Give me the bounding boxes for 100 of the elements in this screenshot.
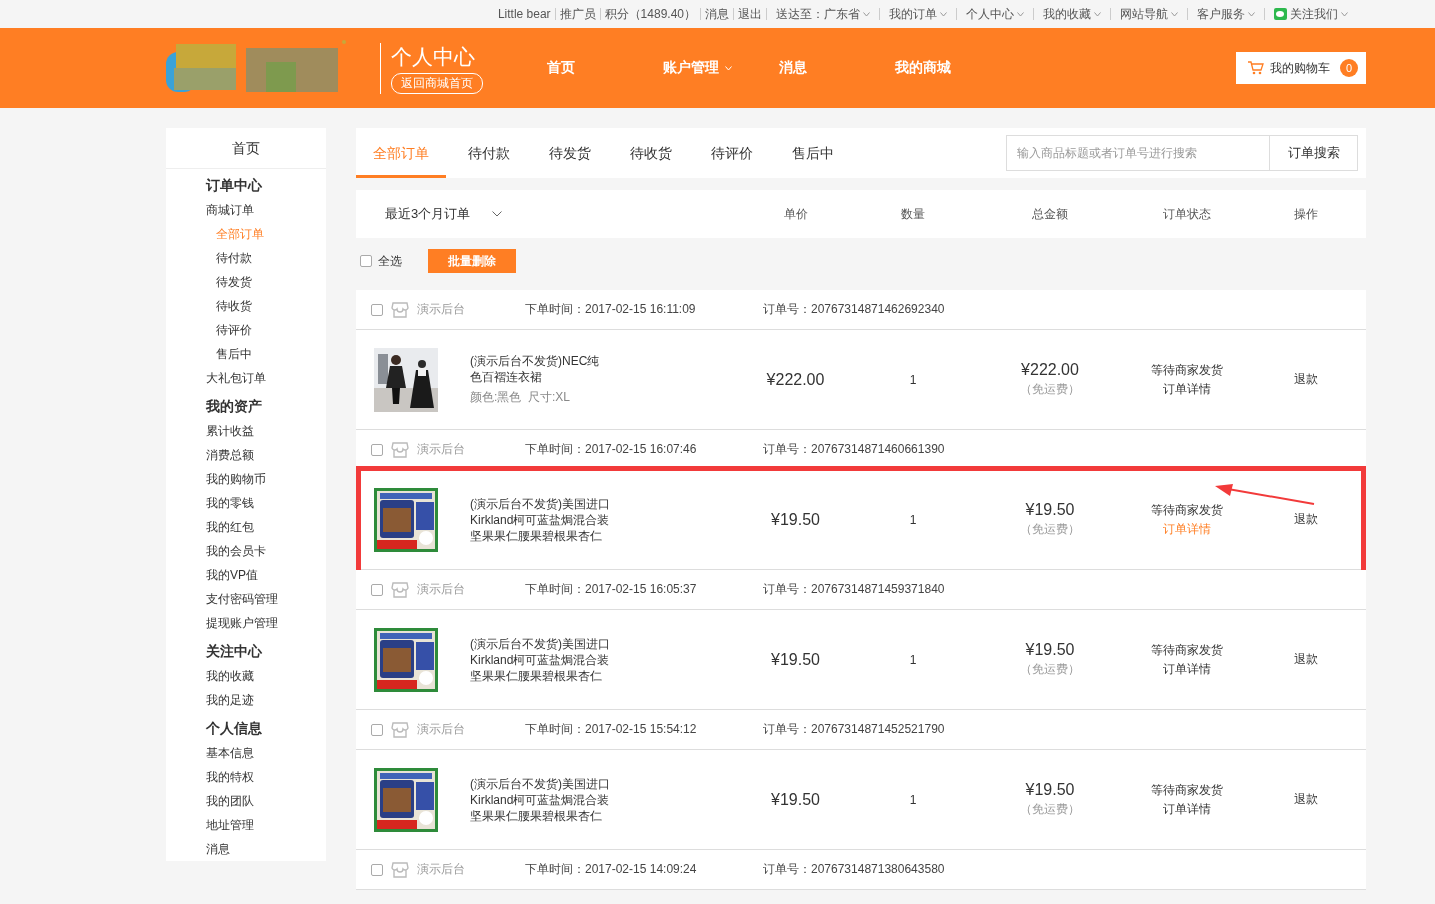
top-link[interactable]: 我的订单 (879, 8, 956, 20)
shipping-note: （免运费） (1020, 801, 1080, 818)
cart-button[interactable]: 我的购物车 0 (1236, 52, 1366, 84)
select-all-checkbox[interactable]: 全选 (360, 252, 402, 270)
sidebar-item[interactable]: 我的足迹 (166, 688, 326, 712)
refund-link[interactable]: 退款 (1245, 791, 1366, 808)
order-checkbox[interactable] (371, 303, 383, 316)
sidebar-item[interactable]: 地址管理 (166, 813, 326, 837)
sidebar-item[interactable]: 待付款 (166, 246, 326, 270)
sidebar-item[interactable]: 基本信息 (166, 741, 326, 765)
order-status: 等待商家发货 (1151, 361, 1223, 379)
unit-price: ¥222.00 (765, 370, 826, 389)
sidebar-item[interactable]: 待评价 (166, 318, 326, 342)
order-tab[interactable]: 待收货 (613, 128, 689, 178)
sidebar-item[interactable]: 我的零钱 (166, 491, 326, 515)
total-amount: ¥222.00 (1021, 361, 1079, 379)
top-link[interactable]: 我的收藏 (1033, 8, 1110, 20)
sidebar-item[interactable]: 消费总额 (166, 443, 326, 467)
shop-name: 演示后台 (417, 721, 466, 738)
product-title[interactable]: (演示后台不发货)美国进口Kirkland柯可蓝盐焗混合装坚果果仁腰果碧根果杏仁 (470, 635, 610, 684)
top-link[interactable]: 消息 (700, 8, 733, 20)
order-number: 订单号：20767314871452521790 (763, 721, 945, 738)
sidebar-item[interactable]: 待收货 (166, 294, 326, 318)
order-status: 等待商家发货 (1151, 501, 1223, 519)
order-time: 下单时间：2017-02-15 14:09:24 (525, 861, 698, 878)
order-checkbox[interactable] (371, 443, 383, 456)
sidebar-heading: 关注中心 (205, 642, 263, 661)
order-time: 下单时间：2017-02-15 16:05:37 (525, 581, 698, 598)
sidebar-item[interactable]: 售后中 (166, 342, 326, 366)
top-link[interactable]: 送达至：广东省 (766, 8, 879, 20)
order-time: 下单时间：2017-02-15 15:54:12 (525, 721, 698, 738)
caret-icon (1094, 11, 1101, 17)
sidebar-item[interactable]: 我的购物币 (166, 467, 326, 491)
sidebar-item[interactable]: 支付密码管理 (166, 587, 326, 611)
sidebar-heading: 个人信息 (205, 719, 263, 738)
refund-link[interactable]: 退款 (1245, 511, 1366, 528)
shipping-note: （免运费） (1020, 661, 1080, 678)
search-button[interactable]: 订单搜索 (1270, 135, 1358, 171)
order-tab[interactable]: 待发货 (532, 128, 608, 178)
sidebar-heading: 订单中心 (204, 176, 263, 195)
order-detail-link[interactable]: 订单详情 (1163, 800, 1211, 818)
column-header: 数量 (900, 205, 926, 223)
column-header: 总金额 (1031, 205, 1069, 223)
sidebar-item[interactable]: 商城订单 (166, 198, 326, 222)
product-title[interactable]: (演示后台不发货)美国进口Kirkland柯可蓝盐焗混合装坚果果仁腰果碧根果杏仁 (470, 495, 610, 544)
search-field[interactable]: 输入商品标题或者订单号进行搜索 (1006, 135, 1270, 171)
refund-link[interactable]: 退款 (1245, 651, 1366, 668)
top-link[interactable]: 推广员 (554, 8, 600, 20)
order-tab[interactable]: 售后中 (775, 128, 851, 178)
order-detail-link[interactable]: 订单详情 (1163, 380, 1211, 398)
quantity: 1 (908, 652, 918, 667)
top-link[interactable]: 退出 (733, 8, 766, 20)
sidebar-item[interactable]: 消息 (166, 837, 326, 861)
sidebar-item[interactable]: 我的会员卡 (166, 539, 326, 563)
column-header: 订单状态 (1162, 205, 1212, 223)
sidebar-item[interactable]: 我的VP值 (166, 563, 326, 587)
sidebar-item[interactable]: 我的特权 (166, 765, 326, 789)
sidebar-item[interactable]: 累计收益 (166, 419, 326, 443)
sidebar-item[interactable]: 我的收藏 (166, 664, 326, 688)
caret-icon (1017, 11, 1024, 17)
product-title[interactable]: (演示后台不发货)美国进口Kirkland柯可蓝盐焗混合装坚果果仁腰果碧根果杏仁 (470, 775, 610, 824)
order-checkbox[interactable] (371, 723, 383, 736)
top-link[interactable]: 积分（1489.40） (599, 8, 700, 20)
product-title[interactable]: (演示后台不发货)NEC纯色百褶连衣裙 (470, 353, 610, 385)
total-amount: ¥19.50 (1025, 641, 1075, 659)
order-detail-link[interactable]: 订单详情 (1163, 660, 1211, 678)
order-checkbox[interactable] (371, 863, 383, 876)
top-link[interactable]: 个人中心 (956, 8, 1033, 20)
caret-icon (1171, 11, 1178, 17)
caret-icon (1248, 11, 1255, 17)
sidebar-item[interactable]: 提现账户管理 (166, 611, 326, 635)
order-number: 订单号：20767314871380643580 (763, 861, 945, 878)
order-time: 下单时间：2017-02-15 16:07:46 (525, 441, 698, 458)
sidebar-item[interactable]: 我的红包 (166, 515, 326, 539)
top-link[interactable]: 网站导航 (1110, 8, 1187, 20)
shop-icon (391, 301, 409, 318)
order-checkbox[interactable] (371, 583, 383, 596)
shop-name: 演示后台 (417, 441, 466, 458)
sidebar-item[interactable]: 待发货 (166, 270, 326, 294)
sidebar-item[interactable]: 大礼包订单 (166, 366, 326, 390)
sidebar-home[interactable]: 首页 (166, 128, 326, 169)
product-spec: 颜色:黑色 尺寸:XL (470, 389, 571, 406)
unit-price: ¥19.50 (770, 790, 821, 809)
shop-name: 演示后台 (417, 581, 466, 598)
order-tab[interactable]: 待评价 (694, 128, 770, 178)
top-link[interactable]: 客户服务 (1187, 8, 1264, 20)
chat-icon (1274, 8, 1287, 20)
order-number: 订单号：20767314871460661390 (763, 441, 945, 458)
top-link[interactable]: Little bear (493, 8, 555, 20)
order-tab[interactable]: 待付款 (451, 128, 527, 178)
caret-icon (940, 11, 947, 17)
quantity: 1 (908, 372, 918, 387)
cart-icon (1248, 61, 1264, 75)
period-dropdown[interactable]: 最近3个月订单 (356, 205, 736, 223)
column-header: 操作 (1292, 205, 1319, 223)
refund-link[interactable]: 退款 (1245, 371, 1366, 388)
chevron-icon (492, 211, 503, 217)
sidebar-item[interactable]: 我的团队 (166, 789, 326, 813)
shop-icon (391, 861, 409, 878)
top-link[interactable]: 关注我们 (1264, 8, 1357, 20)
